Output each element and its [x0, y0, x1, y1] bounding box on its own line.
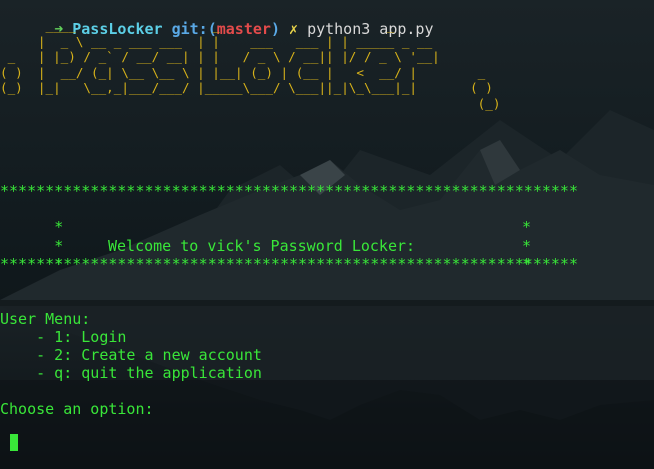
- ascii-line: (_): [0, 95, 501, 111]
- choose-option-prompt: Choose an option:: [0, 400, 154, 418]
- ascii-line: (_) |_| \__,_|___/___/ |_____\___/ \___|…: [0, 80, 493, 96]
- ascii-line: ( ) | __/ (_| \__ \__ \ | |__| (_) | (__…: [0, 64, 486, 80]
- input-cursor[interactable]: [10, 434, 18, 451]
- menu-option-create-account: - 2: Create a new account: [0, 346, 262, 364]
- banner-blank-row: * *: [0, 200, 534, 236]
- banner-bottom-border: ****************************************…: [0, 255, 578, 273]
- ascii-art-logo: ____ _ _ | _ \ __ _ ___ ___ | | ___ ___ …: [0, 18, 500, 112]
- menu-option-quit: - q: quit the application: [0, 364, 262, 382]
- banner-blank-row: * *: [0, 237, 534, 273]
- ascii-line: _ | |_) / _` / __/ __| | | / _ \ / __|| …: [0, 49, 440, 65]
- ascii-line: | _ \ __ _ ___ ___ | | ___ ___ | | _____…: [0, 33, 433, 49]
- menu-title: User Menu:: [0, 310, 91, 328]
- terminal-window[interactable]: ➜ PassLocker git:(master) ✗ python3 app.…: [0, 0, 654, 469]
- banner-welcome-row: * Welcome to vick's Password Locker: *: [0, 219, 534, 255]
- banner-top-border: ****************************************…: [0, 182, 578, 200]
- menu-option-login: - 1: Login: [0, 328, 127, 346]
- ascii-line: ____ _ _: [0, 18, 395, 33]
